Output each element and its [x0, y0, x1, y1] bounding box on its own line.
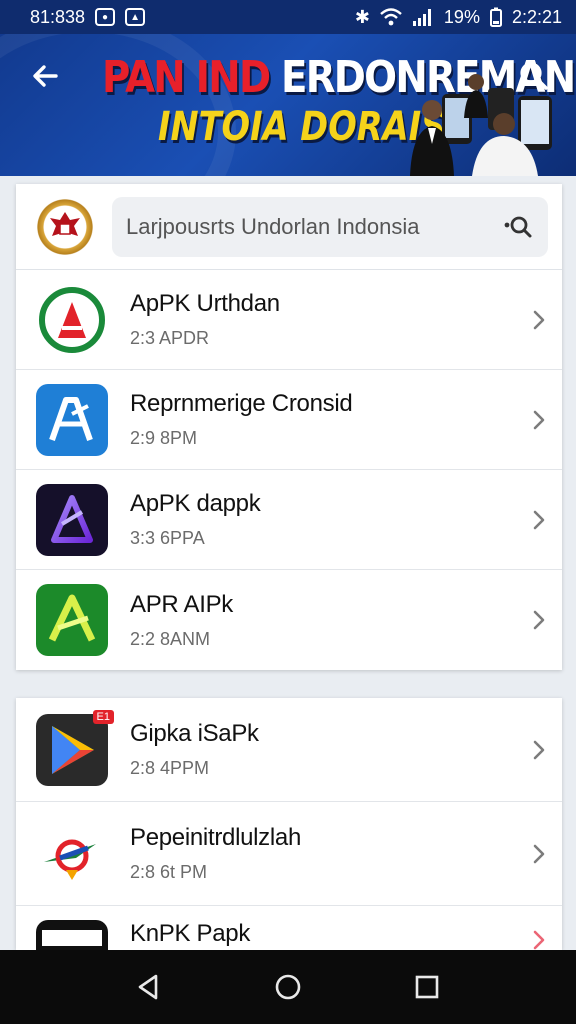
list-item[interactable]: APR AIPk 2:2 8ANM	[16, 570, 562, 670]
app-title: Gipka iSaPk	[130, 720, 259, 747]
app-logo-icon	[36, 483, 108, 556]
back-arrow-icon[interactable]	[26, 56, 66, 96]
app-logo-icon	[36, 584, 108, 656]
chevron-right-icon	[533, 844, 545, 863]
nav-home-icon[interactable]	[271, 970, 305, 1004]
chevron-right-icon	[533, 510, 545, 529]
app-logo-icon: ♦♦	[36, 920, 108, 950]
battery-icon	[489, 7, 502, 27]
app-time: 2:8 4PPM	[130, 758, 210, 778]
app-logo-icon	[36, 383, 108, 456]
battery-level: 19%	[443, 6, 480, 27]
signal-icon	[412, 9, 431, 26]
search-icon[interactable]	[504, 212, 534, 242]
status-time-left: 81:838	[30, 6, 86, 27]
garuda-emblem-icon	[34, 195, 96, 258]
list-item[interactable]: ApPK dappk 3:3 6PPA	[16, 470, 562, 570]
app-title: APR AIPk	[130, 590, 233, 618]
app-logo-icon	[36, 283, 108, 356]
app-title: Pepeinitrdlulzlah	[130, 824, 302, 851]
list-item[interactable]: E1 Gipka iSaPk 2:8 4PPM	[16, 698, 562, 802]
wifi-icon	[380, 8, 402, 26]
app-list-card-secondary: E1 Gipka iSaPk 2:8 4PPM Pepeinitrdlulzla…	[16, 698, 562, 950]
notification-badge: E1	[92, 709, 114, 724]
list-item[interactable]: Reprnmerige Cronsid 2:9 8PM	[16, 370, 562, 470]
app-time: 2:9 8PM	[130, 428, 198, 448]
search-box[interactable]	[112, 196, 548, 257]
app-time: 2:8 6t PM	[130, 862, 208, 882]
search-row	[16, 184, 562, 270]
app-title: Reprnmerige Cronsid	[130, 390, 353, 417]
chevron-right-icon	[533, 930, 545, 950]
image-icon: ▲	[125, 8, 146, 26]
list-item[interactable]: ApPK Urthdan 2:3 APDR	[16, 270, 562, 370]
app-title: ApPK dappk	[130, 490, 261, 517]
status-bar: 81:838 ● ▲ ✱ 19% 2:2:21	[0, 0, 576, 34]
app-time: 2:2 8ANM	[130, 628, 211, 649]
chevron-right-icon	[533, 740, 545, 759]
app-time: 2:3 APDR	[130, 328, 210, 348]
camera-icon: ●	[95, 8, 116, 26]
app-logo-icon	[36, 817, 108, 890]
status-clock: 2:2:21	[511, 6, 562, 27]
bluetooth-icon: ✱	[354, 6, 370, 27]
nav-back-icon[interactable]	[132, 970, 166, 1004]
chevron-right-icon	[533, 310, 545, 329]
search-icon[interactable]	[514, 56, 554, 96]
chevron-right-icon	[533, 610, 545, 630]
app-time: 3:3 6PPA	[130, 528, 205, 548]
system-nav-bar	[0, 950, 576, 1024]
app-title: KnPK Papk	[130, 920, 251, 947]
app-title: ApPK Urthdan	[130, 290, 280, 317]
list-item[interactable]: ♦♦ KnPK Papk	[16, 906, 562, 950]
header-banner: PAN IND ERDONREMAN INTOIA DORAISI	[0, 34, 576, 176]
search-input[interactable]	[126, 213, 504, 240]
app-list-card: ApPK Urthdan 2:3 APDR Reprnmerige Cronsi…	[16, 184, 562, 670]
list-item[interactable]: Pepeinitrdlulzlah 2:8 6t PM	[16, 802, 562, 906]
play-store-icon: E1	[36, 709, 114, 786]
chevron-right-icon	[533, 410, 545, 429]
nav-recents-icon[interactable]	[410, 970, 444, 1004]
